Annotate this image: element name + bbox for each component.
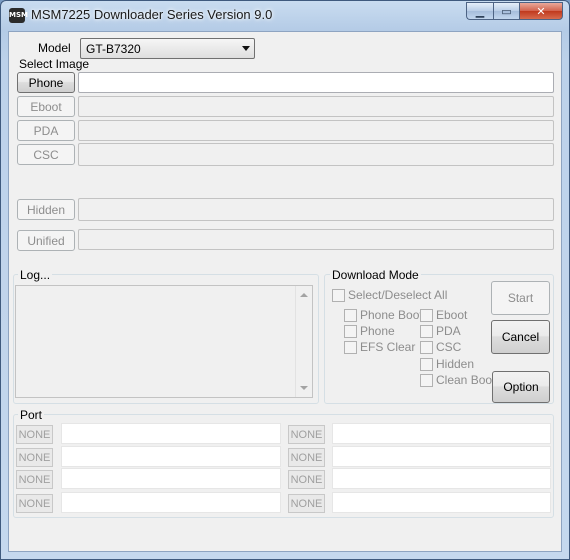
start-button[interactable]: Start [491,281,550,315]
select-image-label: Select Image [19,57,90,71]
close-icon: ✕ [536,5,546,18]
checkbox-box [420,357,433,371]
phone-button[interactable]: Phone [17,72,75,93]
port-status-field [332,492,551,513]
port-badge: NONE [16,425,53,444]
clean-boot-checkbox[interactable]: Clean Boot [420,373,495,387]
checkbox-box [420,324,433,338]
port-badge: NONE [288,448,325,467]
unified-button[interactable]: Unified [17,230,75,251]
phone-image-path[interactable] [78,72,554,93]
port-badge: NONE [288,425,325,444]
log-label: Log... [18,268,53,282]
port-status-field [332,468,551,489]
port-status-field [61,446,281,467]
minimize-button[interactable]: ▁ [466,2,493,20]
hidden-label: Hidden [436,357,475,371]
model-select[interactable]: GT-B7320 [80,38,255,59]
csc-label: CSC [436,340,462,354]
window-controls: ▁ ▭ ✕ [466,2,563,20]
checkbox-box [420,308,433,322]
pda-button[interactable]: PDA [17,120,75,141]
port-badge: NONE [16,470,53,489]
phone-boot-label: Phone Boot [360,308,423,322]
window-title: MSM7225 Downloader Series Version 9.0 [31,7,273,22]
checkbox-box [344,340,357,354]
phone-checkbox[interactable]: Phone [344,324,395,338]
model-select-value: GT-B7320 [86,42,141,56]
csc-checkbox[interactable]: CSC [420,340,461,354]
port-status-field [61,468,281,489]
log-scrollbar[interactable] [295,286,312,397]
pda-label: PDA [436,324,461,338]
pda-checkbox[interactable]: PDA [420,324,461,338]
pda-image-path[interactable] [78,120,554,141]
clean-boot-label: Clean Boot [436,373,496,387]
pda-button-label: PDA [33,123,59,138]
log-output[interactable] [15,285,313,398]
checkbox-box [332,288,345,302]
checkbox-box [344,308,357,322]
eboot-button-label: Eboot [30,99,62,114]
chevron-down-icon [242,46,250,51]
csc-button[interactable]: CSC [17,144,75,165]
model-label: Model [38,41,71,55]
maximize-button[interactable]: ▭ [493,2,519,20]
checkbox-box [420,340,433,354]
downloader-window: MSM MSM7225 Downloader Series Version 9.… [0,0,570,560]
title-bar[interactable]: MSM MSM7225 Downloader Series Version 9.… [1,1,569,29]
eboot-image-path[interactable] [78,96,554,117]
port-status-field [61,492,281,513]
phone-boot-checkbox[interactable]: Phone Boot [344,308,423,322]
port-badge: NONE [288,470,325,489]
minimize-icon: ▁ [475,5,485,18]
phone-label: Phone [360,324,395,338]
cancel-button-label: Cancel [501,330,540,344]
unified-button-label: Unified [27,233,65,248]
start-button-label: Start [507,291,534,305]
checkbox-box [344,324,357,338]
eboot-checkbox[interactable]: Eboot [420,308,467,322]
app-icon: MSM [9,8,28,23]
csc-button-label: CSC [33,147,59,162]
phone-button-label: Phone [28,75,64,90]
csc-image-path[interactable] [78,143,554,166]
select-all-checkbox[interactable]: Select/Deselect All [332,288,447,302]
option-button-label: Option [503,380,539,394]
efs-clear-label: EFS Clear [360,340,416,354]
port-badge: NONE [16,494,53,513]
maximize-icon: ▭ [501,5,512,18]
efs-clear-checkbox[interactable]: EFS Clear [344,340,415,354]
unified-image-path[interactable] [78,229,554,250]
client-area: Model GT-B7320 Select Image Phone Eboot … [8,31,562,552]
scroll-down-icon[interactable] [300,386,308,390]
port-status-field [61,423,281,444]
eboot-button[interactable]: Eboot [17,96,75,117]
hidden-button[interactable]: Hidden [17,199,75,220]
hidden-checkbox[interactable]: Hidden [420,357,474,371]
select-all-label: Select/Deselect All [348,288,448,302]
option-button[interactable]: Option [492,371,550,403]
checkbox-box [420,373,433,387]
cancel-button[interactable]: Cancel [491,320,550,354]
port-badge: NONE [16,448,53,467]
download-mode-label: Download Mode [330,268,421,282]
port-status-field [332,423,551,444]
port-badge: NONE [288,494,325,513]
port-label: Port [18,408,45,422]
port-status-field [332,446,551,467]
scroll-up-icon[interactable] [300,293,308,297]
eboot-label: Eboot [436,308,468,322]
hidden-button-label: Hidden [26,202,66,217]
hidden-image-path[interactable] [78,198,554,221]
close-button[interactable]: ✕ [519,2,563,20]
